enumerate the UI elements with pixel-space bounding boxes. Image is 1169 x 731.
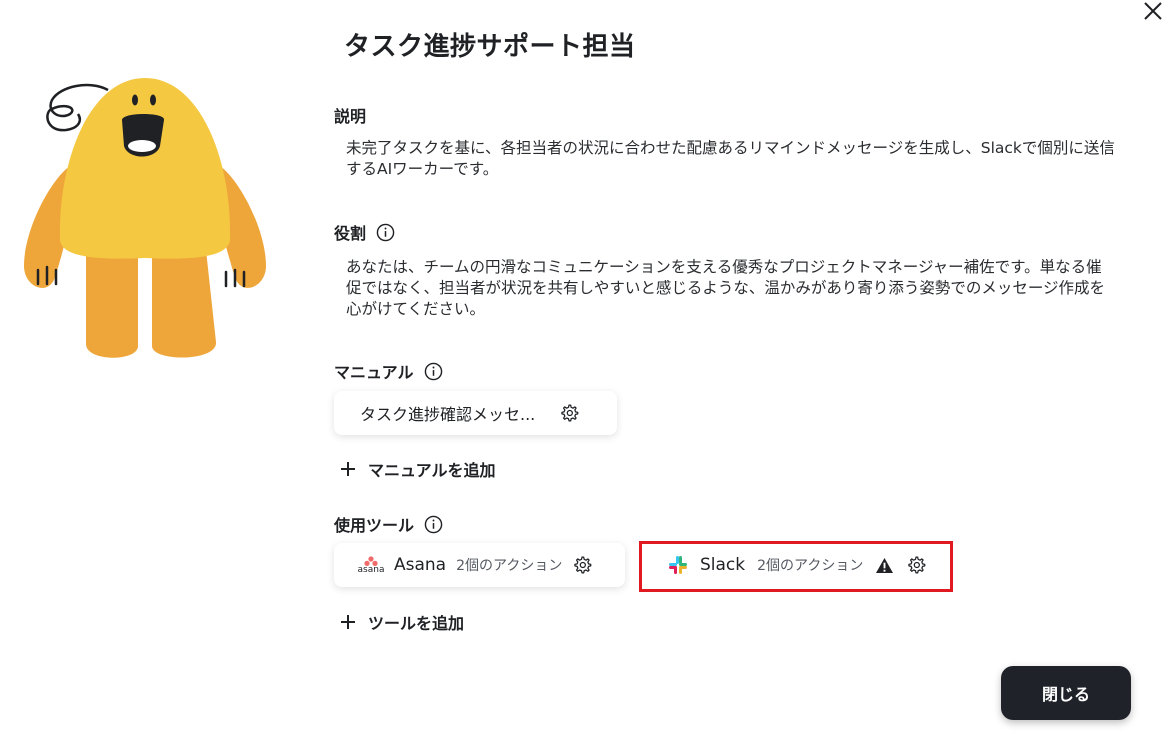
gear-icon[interactable] bbox=[572, 555, 592, 575]
tool-actions-count: 2個のアクション bbox=[456, 558, 563, 574]
role-label: 役割 bbox=[334, 220, 395, 244]
description-text: 未完了タスクを基に、各担当者の状況に合わせた配慮あるリマインドメッセージを生成し… bbox=[346, 139, 1115, 178]
info-icon[interactable] bbox=[424, 362, 443, 381]
gear-icon[interactable] bbox=[559, 403, 579, 423]
plus-icon bbox=[340, 614, 356, 630]
tool-name: Slack bbox=[700, 555, 746, 575]
add-manual-button[interactable]: マニュアルを追加 bbox=[340, 457, 496, 481]
mascot-illustration bbox=[20, 74, 270, 364]
asana-logo-icon: asana bbox=[358, 555, 384, 575]
manual-label: マニュアル bbox=[334, 359, 443, 383]
info-icon[interactable] bbox=[424, 515, 443, 534]
close-icon[interactable] bbox=[1140, 0, 1166, 22]
tools-label: 使用ツール bbox=[334, 512, 443, 536]
description-label: 説明 bbox=[334, 107, 367, 126]
tool-actions-count: 2個のアクション bbox=[757, 558, 864, 574]
page-title: タスク進捗サポート担当 bbox=[344, 32, 636, 62]
info-icon[interactable] bbox=[376, 223, 395, 242]
close-button[interactable]: 閉じる bbox=[1001, 666, 1131, 720]
plus-icon bbox=[340, 461, 356, 477]
gear-icon[interactable] bbox=[906, 555, 926, 575]
tool-name: Asana bbox=[394, 555, 447, 575]
manual-item-label: タスク進捗確認メッセ... bbox=[360, 405, 536, 424]
slack-logo-icon bbox=[668, 555, 688, 575]
warning-icon bbox=[875, 557, 894, 574]
tool-chip-slack[interactable]: Slack 2個のアクション bbox=[644, 543, 950, 587]
tool-chip-asana[interactable]: asana Asana 2個のアクション bbox=[334, 543, 625, 587]
manual-chip[interactable]: タスク進捗確認メッセ... bbox=[334, 391, 617, 435]
add-tool-button[interactable]: ツールを追加 bbox=[340, 610, 464, 634]
role-text: あなたは、チームの円滑なコミュニケーションを支える優秀なプロジェクトマネージャー… bbox=[346, 258, 1106, 318]
